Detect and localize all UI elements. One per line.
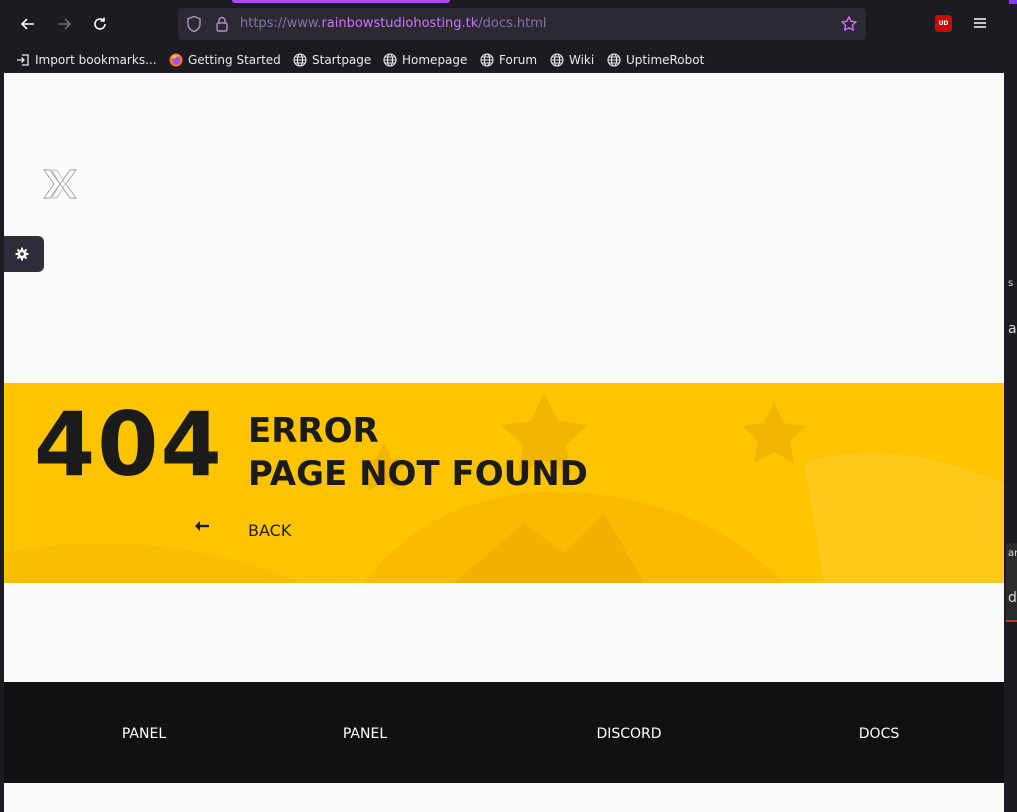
bookmarks-bar: Import bookmarks... Getting Started Star… xyxy=(0,46,1017,73)
globe-icon xyxy=(607,53,621,67)
bookmark-homepage[interactable]: Homepage xyxy=(383,50,467,70)
footer-link-panel-2[interactable]: PANEL xyxy=(343,726,387,742)
firefox-icon xyxy=(169,53,183,67)
back-link[interactable]: BACK xyxy=(248,521,291,540)
reload-icon xyxy=(94,17,106,30)
reload-button[interactable] xyxy=(86,10,114,38)
site-logo-icon[interactable] xyxy=(42,169,78,199)
globe-icon xyxy=(480,53,494,67)
footer-link-discord[interactable]: DISCORD xyxy=(596,726,661,742)
url-host: rainbowstudiohosting.tk xyxy=(321,16,479,31)
bookmark-label: Wiki xyxy=(569,53,595,67)
bookmark-uptimerobot[interactable]: UptimeRobot xyxy=(607,50,704,70)
globe-icon xyxy=(550,53,564,67)
bookmark-forum[interactable]: Forum xyxy=(480,50,537,70)
globe-icon xyxy=(383,53,397,67)
edge-divider xyxy=(1006,620,1017,622)
page-content: 404 ERROR PAGE NOT FOUND BACK PANEL PANE… xyxy=(4,73,1004,812)
bookmark-label: Startpage xyxy=(312,53,372,67)
bookmark-getting-started[interactable]: Getting Started xyxy=(169,50,281,70)
active-tab-indicator[interactable] xyxy=(232,0,450,3)
error-line-1: ERROR xyxy=(248,411,379,451)
bookmark-label: Import bookmarks... xyxy=(35,53,157,67)
bookmark-import[interactable]: Import bookmarks... xyxy=(16,50,157,70)
right-edge-overflow: s a ar de xyxy=(1004,73,1017,812)
bookmark-wiki[interactable]: Wiki xyxy=(550,50,594,70)
bookmark-startpage[interactable]: Startpage xyxy=(293,50,371,70)
import-icon xyxy=(17,54,29,66)
bookmark-label: UptimeRobot xyxy=(626,53,705,67)
edge-text-fragment: ar xyxy=(1008,548,1017,559)
ublock-badge: UD xyxy=(938,20,949,27)
edge-text-fragment: a xyxy=(1008,321,1017,337)
settings-button[interactable] xyxy=(4,236,44,272)
error-banner: 404 ERROR PAGE NOT FOUND BACK xyxy=(4,383,1004,583)
site-footer: PANEL PANEL DISCORD DOCS xyxy=(4,682,1004,783)
arrow-left-icon xyxy=(20,18,34,30)
edge-text-fragment: s xyxy=(1008,278,1014,289)
error-code: 404 xyxy=(34,393,224,496)
error-title: ERROR PAGE NOT FOUND xyxy=(248,410,588,496)
arrow-right-icon xyxy=(58,18,72,30)
bookmark-label: Getting Started xyxy=(188,53,281,67)
globe-icon xyxy=(293,53,307,67)
gear-icon xyxy=(15,247,29,261)
bookmark-star-icon[interactable] xyxy=(840,15,858,33)
url-path: /docs.html xyxy=(478,16,547,31)
footer-link-docs[interactable]: DOCS xyxy=(859,726,899,742)
browser-toolbar: https://www.rainbowstudiohosting.tk/docs… xyxy=(0,0,1017,46)
bookmark-label: Forum xyxy=(499,53,538,67)
arrow-left-icon[interactable] xyxy=(194,520,210,532)
error-line-2: PAGE NOT FOUND xyxy=(248,454,588,494)
back-button[interactable] xyxy=(14,10,42,38)
url-bar[interactable]: https://www.rainbowstudiohosting.tk/docs… xyxy=(178,8,866,40)
footer-link-panel[interactable]: PANEL xyxy=(122,726,166,742)
window-accent xyxy=(1009,0,1017,4)
hamburger-menu-icon[interactable] xyxy=(970,14,990,32)
ublock-extension-button[interactable]: UD xyxy=(935,15,952,32)
edge-text-fragment: de xyxy=(1008,590,1017,606)
lock-icon[interactable] xyxy=(214,15,230,33)
bookmark-label: Homepage xyxy=(402,53,468,67)
forward-button[interactable] xyxy=(50,10,78,38)
url-text[interactable]: https://www.rainbowstudiohosting.tk/docs… xyxy=(240,16,547,31)
tracking-shield-icon[interactable] xyxy=(186,15,202,33)
url-prefix: https://www. xyxy=(240,16,322,31)
